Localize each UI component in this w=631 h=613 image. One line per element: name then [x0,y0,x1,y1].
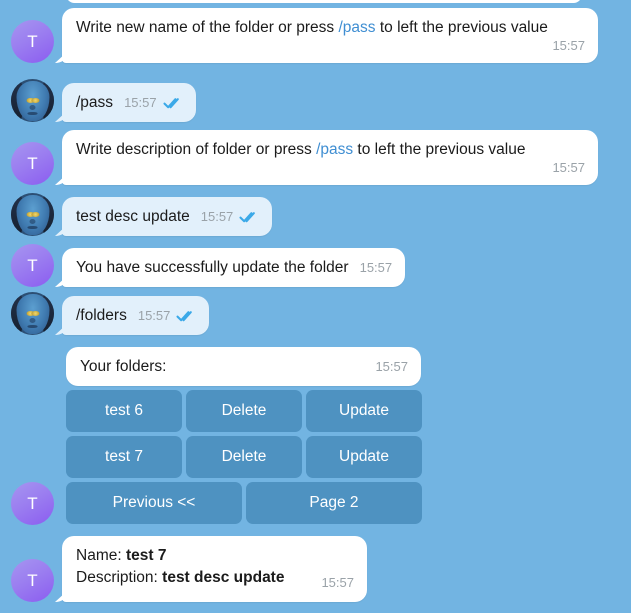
message-text: test desc update [76,208,190,225]
keyboard-button-delete-test-6[interactable]: Delete [186,390,302,432]
message-time: 15:57 [200,209,234,224]
read-receipt-double-check-icon [163,97,179,108]
message-text: Write new name of the folder or press /p… [76,17,585,39]
inline-keyboard-row: test 7 Delete Update [66,436,422,478]
message-meta: 15:57 [201,210,260,223]
avatar-eye-right [31,98,39,104]
keyboard-button-previous-page[interactable]: Previous << [66,482,242,524]
detail-value-description: test desc update [162,569,285,586]
avatar-nose [29,318,36,324]
keyboard-button-page-number[interactable]: Page 2 [246,482,422,524]
avatar-bot[interactable]: T [11,142,54,185]
message-time: 15:57 [552,160,585,175]
message-row-test-desc-update: test desc update 15:57 [0,193,273,236]
keyboard-button-folder-test-7[interactable]: test 7 [66,436,182,478]
message-text-before: Write new name of the folder or press [76,19,339,36]
message-meta: 15:57 [360,261,393,274]
command-link-pass[interactable]: /pass [338,19,375,36]
command-link-pass[interactable]: /pass [76,92,113,114]
avatar-bot[interactable]: T [11,244,54,287]
message-row-your-folders: Your folders: 15:57 [66,347,421,386]
message-time: 15:57 [137,308,171,323]
inline-keyboard-row: Previous << Page 2 [66,482,422,524]
message-bubble-folder-details[interactable]: Name: test 7 15:57 Description: test desc… [62,536,367,602]
message-row-write-new-name: T Write new name of the folder or press … [0,8,598,63]
detail-label-description: Description: [76,569,163,586]
message-meta: 15:57 [375,360,408,373]
avatar-mouth [27,325,38,329]
avatar-bot[interactable]: T [11,482,54,525]
message-bubble-test-desc-update[interactable]: test desc update 15:57 [62,197,273,236]
message-bubble-folders-cmd[interactable]: /folders 15:57 [62,296,210,335]
avatar-user[interactable] [11,193,54,236]
message-bubble-pass-1[interactable]: /pass 15:57 [62,83,196,122]
message-meta: 15:57 [124,96,183,109]
message-row-folders-cmd: /folders 15:57 [0,292,210,335]
message-text-before: Write description of folder or press [76,141,317,158]
message-bubble-success[interactable]: You have successfully update the folder … [62,248,406,287]
message-text: You have successfully update the folder [76,259,349,276]
message-row-pass-1: /pass 15:57 [0,79,196,122]
command-link-folders[interactable]: /folders [76,305,127,327]
avatar-face [16,81,49,122]
message-meta: 15:57 [138,309,197,322]
avatar-eye-right [31,212,39,218]
read-receipt-double-check-icon [176,310,193,321]
message-time: 15:57 [124,95,157,110]
detail-label-name: Name: [76,547,126,564]
message-row-folder-details: T Name: test 7 15:57 Description: test de… [0,536,367,602]
keyboard-button-delete-test-7[interactable]: Delete [186,436,302,478]
previous-message-bubble-partial [66,0,582,3]
avatar-user[interactable] [11,79,54,122]
message-text-after: to left the previous value [353,141,526,158]
detail-line-name: Name: test 7 [76,545,354,567]
message-bubble-your-folders[interactable]: Your folders: 15:57 [66,347,421,386]
message-bubble-write-description[interactable]: Write description of folder or press /pa… [62,130,598,185]
avatar-face [16,294,49,335]
inline-keyboard-row: test 6 Delete Update [66,390,422,432]
message-time: 15:57 [359,260,393,275]
message-bubble-write-new-name[interactable]: Write new name of the folder or press /p… [62,8,598,63]
message-meta: 15:57 [76,159,585,177]
message-row-success: T You have successfully update the folde… [0,244,406,287]
keyboard-button-folder-test-6[interactable]: test 6 [66,390,182,432]
read-receipt-double-check-icon [239,211,256,222]
command-link-pass[interactable]: /pass [316,141,353,158]
message-text: Your folders: [80,358,167,375]
avatar-eye-right [31,311,39,317]
avatar-face [16,195,49,236]
avatar-nose [29,105,36,111]
avatar-nose [29,219,36,225]
message-time: 15:57 [375,359,408,374]
message-meta: 15:57 [321,572,354,594]
message-meta: 15:57 [76,37,585,55]
keyboard-button-update-test-6[interactable]: Update [306,390,422,432]
detail-value-name: test 7 [125,547,167,564]
message-time: 15:57 [552,38,585,53]
avatar-bot[interactable]: T [11,559,54,602]
chat-message-list[interactable]: T Write new name of the folder or press … [0,0,631,613]
avatar-mouth [27,226,38,230]
avatar-user[interactable] [11,292,54,335]
message-text-after: to left the previous value [375,19,548,36]
avatar-bot[interactable]: T [11,20,54,63]
detail-line-description: 15:57 Description: test desc update [76,567,354,589]
inline-keyboard[interactable]: test 6 Delete Update test 7 Delete Updat… [66,390,422,524]
keyboard-button-update-test-7[interactable]: Update [306,436,422,478]
message-time: 15:57 [321,575,354,590]
message-row-write-description: T Write description of folder or press /… [0,130,598,185]
message-text: Write description of folder or press /pa… [76,139,585,161]
avatar-mouth [27,112,38,116]
